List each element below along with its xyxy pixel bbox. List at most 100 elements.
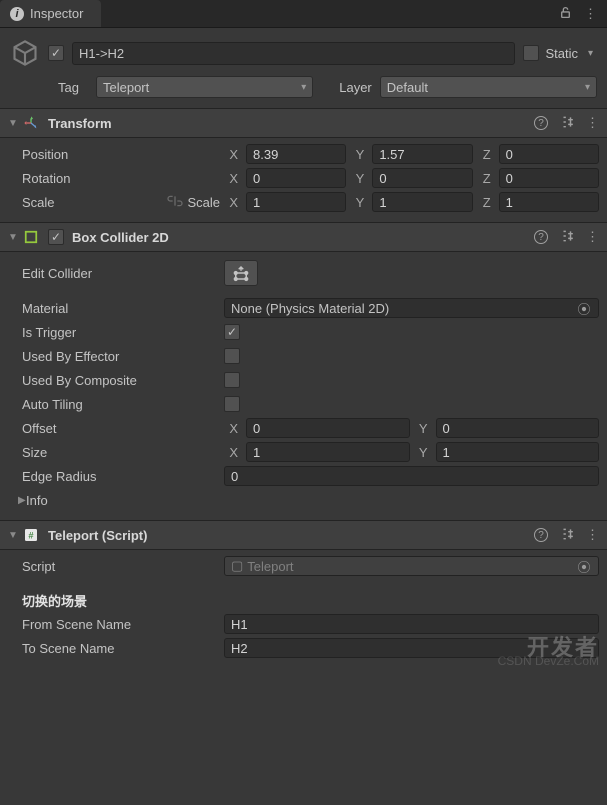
used-by-composite-label: Used By Composite [8, 373, 220, 388]
chevron-down-icon: ▾ [301, 82, 306, 93]
scale-y-input[interactable] [372, 192, 472, 212]
transform-title: Transform [48, 116, 534, 131]
axis-y-label: Y [350, 195, 368, 210]
size-label: Size [8, 445, 220, 460]
axis-y-label: Y [350, 147, 368, 162]
box-collider-header[interactable]: ▼ ✓ Box Collider 2D ? ⋮ [0, 222, 607, 252]
position-y-input[interactable] [372, 144, 472, 164]
rotation-y-input[interactable] [372, 168, 472, 188]
context-menu-icon[interactable]: ⋮ [586, 527, 599, 543]
foldout-icon[interactable]: ▼ [8, 530, 22, 541]
box-collider-enabled-checkbox[interactable]: ✓ [48, 229, 64, 245]
edit-collider-button[interactable] [224, 260, 258, 286]
offset-y-input[interactable] [436, 418, 600, 438]
box-collider-title: Box Collider 2D [72, 230, 534, 245]
axis-y-label: Y [414, 445, 432, 460]
scale-label: Scale Scale [8, 194, 220, 211]
chevron-down-icon: ▾ [585, 82, 590, 93]
foldout-icon[interactable]: ▼ [8, 232, 22, 243]
foldout-icon[interactable]: ▼ [8, 118, 22, 129]
box-collider-body: Edit Collider Material None (Physics Mat… [0, 252, 607, 520]
help-icon[interactable]: ? [534, 528, 548, 542]
object-name-input[interactable] [72, 42, 515, 65]
auto-tiling-checkbox[interactable] [224, 396, 240, 412]
info-icon: i [10, 7, 24, 21]
enabled-checkbox[interactable]: ✓ [48, 45, 64, 61]
context-menu-icon[interactable]: ⋮ [584, 6, 597, 22]
help-icon[interactable]: ? [534, 116, 548, 130]
scale-x-input[interactable] [246, 192, 346, 212]
inspector-tab[interactable]: i Inspector [0, 0, 101, 27]
size-y-input[interactable] [436, 442, 600, 462]
from-scene-input[interactable] [224, 614, 599, 634]
offset-x-input[interactable] [246, 418, 410, 438]
preset-icon[interactable] [560, 527, 574, 544]
context-menu-icon[interactable]: ⋮ [586, 115, 599, 131]
constrain-icon[interactable] [167, 194, 183, 211]
position-label: Position [8, 147, 220, 162]
position-z-input[interactable] [499, 144, 599, 164]
script-value: Teleport [247, 559, 293, 574]
position-x-input[interactable] [246, 144, 346, 164]
foldout-icon[interactable]: ▶ [8, 495, 22, 506]
object-picker-icon[interactable]: ⦿ [576, 299, 592, 318]
material-label: Material [8, 301, 220, 316]
script-icon: # [22, 526, 40, 544]
script-hash-icon: ▢ [231, 558, 243, 574]
help-icon[interactable]: ? [534, 230, 548, 244]
tag-layer-row: Tag Teleport ▾ Layer Default ▾ [0, 72, 607, 108]
lock-icon[interactable] [559, 6, 572, 22]
axis-y-label: Y [350, 171, 368, 186]
axis-x-label: X [224, 445, 242, 460]
teleport-title: Teleport (Script) [48, 528, 534, 543]
rotation-z-input[interactable] [499, 168, 599, 188]
used-by-composite-checkbox[interactable] [224, 372, 240, 388]
teleport-body: Script ▢ Teleport ⦿ 切换的场景 From Scene Nam… [0, 550, 607, 668]
to-scene-input[interactable] [224, 638, 599, 658]
axis-z-label: Z [477, 171, 495, 186]
material-field[interactable]: None (Physics Material 2D) ⦿ [224, 298, 599, 318]
edge-radius-label: Edge Radius [8, 469, 220, 484]
box-collider-icon [22, 228, 40, 246]
axis-x-label: X [224, 171, 242, 186]
tag-dropdown[interactable]: Teleport ▾ [96, 76, 313, 98]
static-checkbox[interactable] [523, 45, 539, 61]
is-trigger-checkbox[interactable]: ✓ [224, 324, 240, 340]
object-header: ✓ Static ▾ [0, 28, 607, 72]
auto-tiling-label: Auto Tiling [8, 397, 220, 412]
layer-label: Layer [339, 80, 372, 95]
tab-title: Inspector [30, 6, 83, 21]
axis-y-label: Y [414, 421, 432, 436]
teleport-header[interactable]: ▼ # Teleport (Script) ? ⋮ [0, 520, 607, 550]
material-value: None (Physics Material 2D) [231, 301, 389, 316]
tab-bar: i Inspector ⋮ [0, 0, 607, 28]
from-scene-label: From Scene Name [8, 617, 220, 632]
preset-icon[interactable] [560, 229, 574, 246]
layer-dropdown[interactable]: Default ▾ [380, 76, 597, 98]
axis-z-label: Z [477, 195, 495, 210]
scale-z-input[interactable] [499, 192, 599, 212]
transform-header[interactable]: ▼ Transform ? ⋮ [0, 108, 607, 138]
object-picker-icon: ⦿ [576, 557, 592, 576]
script-label: Script [8, 559, 220, 574]
layer-value: Default [387, 80, 428, 95]
tag-label: Tag [58, 80, 88, 95]
context-menu-icon[interactable]: ⋮ [586, 229, 599, 245]
rotation-x-input[interactable] [246, 168, 346, 188]
cube-icon[interactable] [10, 38, 40, 68]
axis-x-label: X [224, 147, 242, 162]
static-label: Static [545, 46, 578, 61]
static-dropdown-icon[interactable]: ▾ [584, 48, 597, 59]
offset-label: Offset [8, 421, 220, 436]
size-x-input[interactable] [246, 442, 410, 462]
axis-z-label: Z [477, 147, 495, 162]
preset-icon[interactable] [560, 115, 574, 132]
to-scene-label: To Scene Name [8, 641, 220, 656]
transform-icon [22, 114, 40, 132]
axis-x-label: X [224, 195, 242, 210]
used-by-effector-checkbox[interactable] [224, 348, 240, 364]
edge-radius-input[interactable] [224, 466, 599, 486]
edit-collider-label: Edit Collider [8, 266, 220, 281]
script-field: ▢ Teleport ⦿ [224, 556, 599, 576]
transform-body: Position X Y Z Rotation X Y Z Scale Scal… [0, 138, 607, 222]
